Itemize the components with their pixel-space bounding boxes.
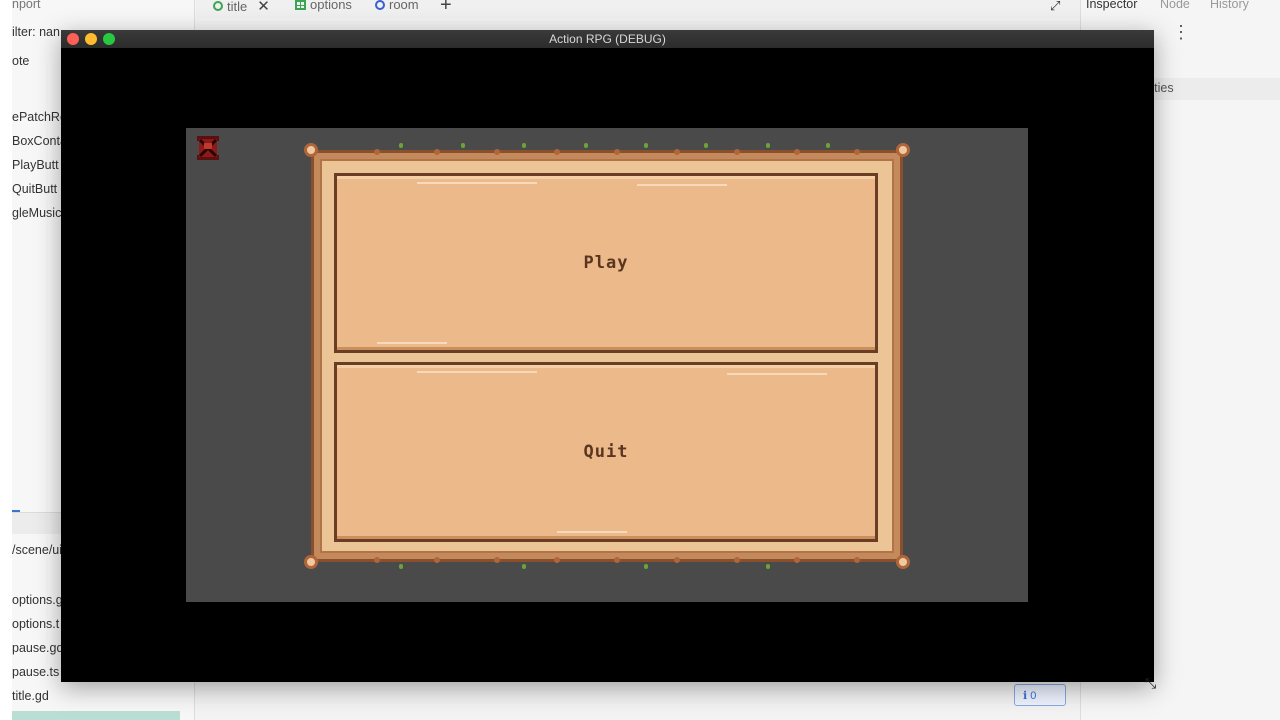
vine-leaf: [399, 143, 403, 148]
tree-item-singlemusic[interactable]: gleMusic: [12, 206, 61, 220]
frame-stud: [674, 557, 680, 563]
vine-leaf: [522, 564, 526, 569]
filesystem-path[interactable]: /scene/ui: [12, 543, 62, 557]
frame-stud: [614, 149, 620, 155]
frame-stud: [494, 557, 500, 563]
left-dock-edge: [0, 0, 12, 720]
frame-corner-ornament: [896, 555, 910, 569]
frame-stud: [374, 557, 380, 563]
frame-stud: [434, 557, 440, 563]
debugger-badge[interactable]: ℹ 0: [1014, 684, 1066, 706]
tree-item-quitbutton[interactable]: QuitButt: [12, 182, 57, 196]
quit-button[interactable]: Quit: [334, 362, 878, 542]
wood-grain: [637, 184, 727, 186]
tab-options-label: options: [310, 0, 352, 12]
grid-icon: [295, 0, 306, 10]
frame-stud: [434, 149, 440, 155]
scene-icon: [375, 0, 385, 10]
resize-cursor-icon: ⤡: [1145, 675, 1157, 691]
tab-inspector[interactable]: Inspector: [1086, 0, 1137, 11]
tab-history[interactable]: History: [1210, 0, 1249, 11]
vine-leaf: [522, 143, 526, 148]
wood-grain: [557, 531, 627, 533]
frame-corner-ornament: [304, 143, 318, 157]
play-button-label: Play: [583, 253, 629, 273]
file-options-gd[interactable]: options.g: [12, 593, 63, 607]
vine-leaf: [399, 564, 403, 569]
file-title-tscn-selected[interactable]: [12, 711, 180, 720]
quit-button-label: Quit: [583, 442, 629, 462]
tree-item-playbutton[interactable]: PlayButt: [12, 158, 59, 172]
remote-label: ote: [12, 54, 30, 68]
vine-leaf: [766, 143, 770, 148]
frame-stud: [854, 149, 860, 155]
tab-title-label: title: [227, 0, 248, 14]
tab-room[interactable]: room: [375, 0, 419, 12]
pause-toggle-icon[interactable]: [194, 134, 222, 162]
frame-corner-ornament: [304, 555, 318, 569]
frame-stud: [734, 149, 740, 155]
import-tab[interactable]: nport: [12, 0, 41, 11]
tab-room-label: room: [389, 0, 419, 12]
window-titlebar[interactable]: Action RPG (DEBUG): [61, 30, 1154, 48]
frame-stud: [614, 557, 620, 563]
vine-leaf: [644, 564, 648, 569]
frame-stud: [494, 149, 500, 155]
frame-stud: [674, 149, 680, 155]
vine-leaf: [584, 143, 588, 148]
distraction-free-icon[interactable]: ⤢: [1050, 0, 1060, 14]
tab-node[interactable]: Node: [1160, 0, 1190, 11]
menu-frame: Play Quit: [304, 143, 910, 569]
badge-count: 0: [1030, 690, 1037, 702]
add-tab-icon[interactable]: +: [440, 0, 452, 17]
frame-stud: [734, 557, 740, 563]
file-options-tscn[interactable]: options.t: [12, 617, 59, 631]
scene-icon: [213, 1, 223, 11]
tab-title[interactable]: title ✕: [213, 0, 270, 15]
vine-leaf: [704, 143, 708, 148]
file-pause-gd[interactable]: pause.gd: [12, 641, 63, 655]
window-title: Action RPG (DEBUG): [549, 32, 666, 46]
wood-grain: [417, 371, 537, 373]
frame-corner-ornament: [896, 143, 910, 157]
game-window: Action RPG (DEBUG) Play Quit: [61, 30, 1154, 682]
wood-grain: [417, 182, 537, 184]
vine-leaf: [644, 143, 648, 148]
frame-stud: [794, 557, 800, 563]
tree-item-vboxcontainer[interactable]: BoxConta: [12, 134, 67, 148]
file-pause-tscn[interactable]: pause.ts: [12, 665, 59, 679]
wood-grain: [727, 373, 827, 375]
file-title-gd[interactable]: title.gd: [12, 689, 49, 703]
close-icon[interactable]: ✕: [257, 0, 270, 15]
frame-stud: [554, 149, 560, 155]
play-button[interactable]: Play: [334, 173, 878, 353]
vine-leaf: [826, 143, 830, 148]
frame-stud: [854, 557, 860, 563]
filter-nodes-input[interactable]: ilter: nan: [12, 25, 60, 39]
wood-grain: [377, 342, 447, 344]
vine-leaf: [461, 143, 465, 148]
frame-stud: [374, 149, 380, 155]
frame-stud: [794, 149, 800, 155]
tree-item-ninepatchrect[interactable]: ePatchRe: [12, 110, 67, 124]
game-viewport: Play Quit: [186, 128, 1028, 602]
frame-stud: [554, 557, 560, 563]
vine-leaf: [766, 564, 770, 569]
more-options-icon[interactable]: ⋮: [1172, 22, 1190, 43]
tab-options[interactable]: options: [295, 0, 352, 12]
